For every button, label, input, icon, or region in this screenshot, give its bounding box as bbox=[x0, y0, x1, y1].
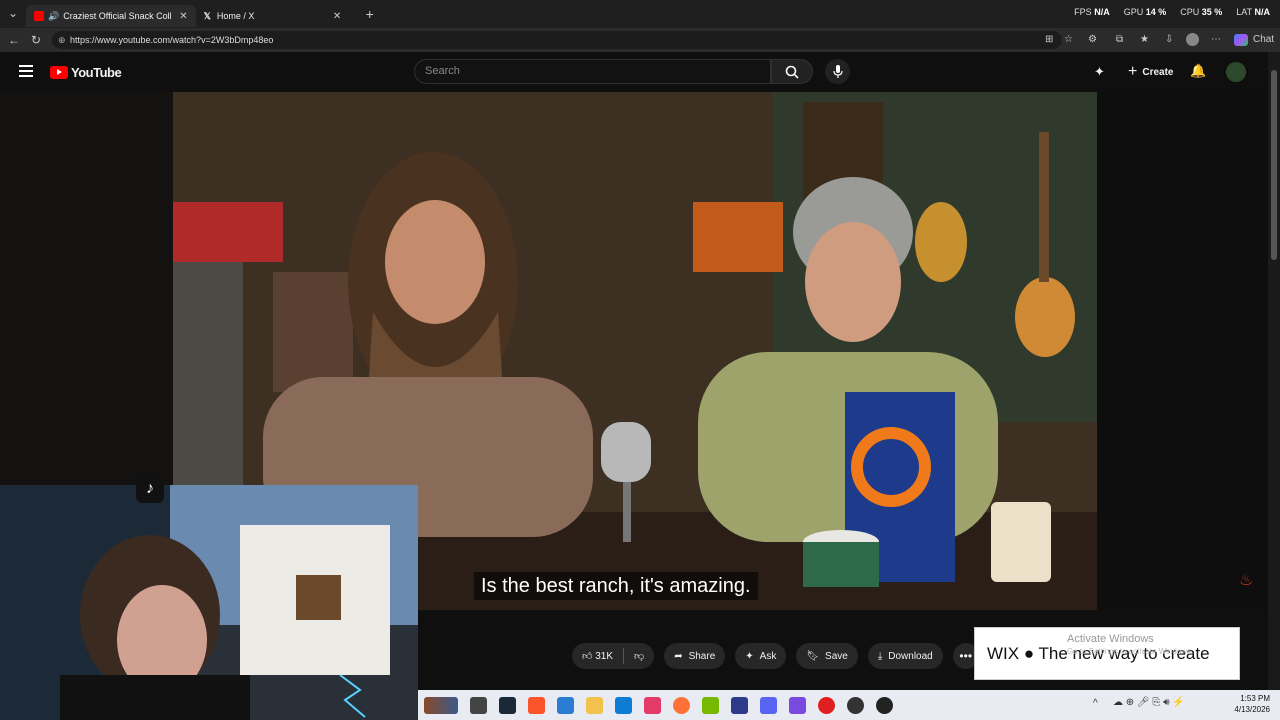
like-button[interactable]: 👍︎ 31K bbox=[582, 650, 613, 662]
clock-time: 1:53 PM bbox=[1240, 694, 1270, 703]
favorites-icon[interactable]: ★ bbox=[1140, 34, 1149, 45]
tiktok-app-icon[interactable] bbox=[644, 696, 661, 714]
hamburger-menu-icon[interactable] bbox=[19, 65, 33, 77]
streamer-webcam bbox=[0, 485, 418, 720]
extension-puzzle-icon[interactable]: ✦ bbox=[1094, 64, 1105, 80]
share-label: Share bbox=[688, 650, 716, 662]
thumbs-up-icon: 👍︎ bbox=[582, 651, 593, 662]
firefox-icon[interactable] bbox=[673, 696, 690, 714]
thumbs-down-icon: 👎︎ bbox=[634, 651, 645, 662]
like-count: 31K bbox=[595, 651, 614, 662]
tab-title: Home / X bbox=[216, 11, 255, 21]
speaker-icon[interactable]: 🔊 bbox=[48, 11, 59, 22]
search-button[interactable] bbox=[771, 59, 813, 84]
back-arrow-icon[interactable]: ← bbox=[8, 33, 20, 47]
windows-taskbar: ^ ☁ ⊕ 🎤︎ ⎘ 🔊︎ ⚡ 1:53 PM 4/13/2026 bbox=[418, 690, 1280, 720]
download-icon: ⤓ bbox=[877, 650, 883, 662]
app-available-icon[interactable]: ⊞ bbox=[1045, 34, 1053, 45]
right-dark-margin: ♨ bbox=[1097, 92, 1268, 610]
channel-watermark-icon[interactable]: ♨ bbox=[1239, 570, 1253, 590]
grid-app-icon[interactable] bbox=[789, 696, 806, 714]
activate-windows-watermark: Activate Windows bbox=[1067, 633, 1154, 645]
url-text: https://www.youtube.com/watch?v=2W3bDmp4… bbox=[70, 35, 274, 45]
tab-title: Craziest Official Snack Collab bbox=[63, 11, 172, 21]
webcam-frame bbox=[0, 485, 418, 720]
activate-windows-subtext: Go to Settings to activate Windows. bbox=[1067, 647, 1194, 656]
bookmark-icon: 🔖︎ bbox=[806, 650, 820, 662]
downloads-icon[interactable]: ⇩ bbox=[1165, 34, 1173, 45]
new-tab-button[interactable]: + bbox=[366, 6, 374, 22]
sparkle-icon: ✦ bbox=[745, 650, 754, 662]
create-label: Create bbox=[1142, 66, 1174, 78]
left-dark-margin bbox=[0, 92, 173, 485]
url-field[interactable]: ⊕ https://www.youtube.com/watch?v=2W3bDm… bbox=[52, 31, 1062, 49]
wix-ad-banner[interactable]: WIX ● The new way to create Activate Win… bbox=[974, 627, 1240, 680]
account-avatar[interactable] bbox=[1226, 62, 1246, 82]
red-pillow-shape bbox=[173, 202, 283, 262]
obs-icon[interactable] bbox=[847, 696, 864, 714]
video-actions-bar: 👍︎ 31K 👎︎ ➦ Share ✦ Ask 🔖︎ Save ⤓ Download •… bbox=[572, 643, 979, 669]
steam-icon[interactable] bbox=[499, 696, 516, 714]
tab-list-chevron-icon[interactable]: ⌄ bbox=[8, 6, 18, 20]
notifications-bell-icon[interactable]: 🔔 bbox=[1190, 63, 1206, 79]
system-tray-chevron-icon[interactable]: ^ bbox=[1093, 698, 1098, 709]
close-tab-icon[interactable]: ✕ bbox=[333, 11, 341, 22]
tray-icons[interactable]: ☁ ⊕ 🎤︎ ⎘ 🔊︎ ⚡ bbox=[1113, 697, 1185, 708]
profile-avatar[interactable] bbox=[1186, 33, 1199, 46]
download-button[interactable]: ⤓ Download bbox=[867, 643, 943, 669]
edge-icon[interactable] bbox=[615, 696, 632, 714]
create-button[interactable]: + Create bbox=[1120, 60, 1181, 84]
logo-text: YouTube bbox=[71, 65, 122, 80]
performance-overlay: FPS N/A GPU 14 % CPU 35 % LAT N/A bbox=[1074, 7, 1270, 17]
discord-icon[interactable] bbox=[760, 696, 777, 714]
page-scrollbar[interactable] bbox=[1268, 52, 1280, 690]
site-info-icon[interactable]: ⊕ bbox=[58, 35, 66, 46]
youtube-favicon-icon bbox=[34, 11, 44, 21]
notepad-icon[interactable] bbox=[557, 696, 574, 714]
search-input[interactable]: Search bbox=[414, 59, 771, 84]
x-favicon-icon: 𝕏 bbox=[203, 10, 211, 21]
microphone-icon bbox=[832, 64, 843, 78]
download-label: Download bbox=[888, 650, 933, 662]
file-explorer-icon[interactable] bbox=[586, 696, 603, 714]
ask-label: Ask bbox=[759, 650, 777, 662]
task-view-icon[interactable] bbox=[470, 696, 487, 714]
tab-x-home[interactable]: 𝕏 Home / X ✕ bbox=[196, 5, 356, 27]
save-label: Save bbox=[825, 650, 848, 662]
voice-search-button[interactable] bbox=[825, 59, 850, 84]
favorite-star-icon[interactable]: ☆ bbox=[1064, 34, 1073, 45]
scrollbar-thumb[interactable] bbox=[1271, 70, 1277, 260]
recorder-icon[interactable] bbox=[818, 696, 835, 714]
ask-button[interactable]: ✦ Ask bbox=[735, 643, 787, 669]
tiktok-logo-icon: ♪ bbox=[136, 475, 164, 503]
dislike-button[interactable]: 👎︎ bbox=[634, 650, 644, 662]
youtube-header: YouTube Search ✦ + Create 🔔 bbox=[0, 52, 1268, 92]
system-clock[interactable]: 1:53 PM 4/13/2026 bbox=[1234, 693, 1270, 715]
more-menu-icon[interactable]: ⋯ bbox=[1211, 34, 1221, 45]
youtube-play-icon bbox=[50, 66, 68, 79]
youtube-logo[interactable]: YouTube bbox=[50, 65, 122, 80]
brave-icon[interactable] bbox=[528, 696, 545, 714]
reload-icon[interactable]: ↻ bbox=[31, 33, 41, 47]
address-bar-row: ← ↻ ⊕ https://www.youtube.com/watch?v=2W… bbox=[0, 28, 1280, 52]
like-dislike-group: 👍︎ 31K 👎︎ bbox=[572, 643, 655, 669]
browser-tab-strip: ⌄ 🔊 Craziest Official Snack Collab ✕ 𝕏 H… bbox=[0, 0, 1280, 28]
share-button[interactable]: ➦ Share bbox=[664, 643, 726, 669]
close-tab-icon[interactable]: ✕ bbox=[179, 11, 187, 22]
nvidia-icon[interactable] bbox=[702, 696, 719, 714]
plus-icon: + bbox=[1128, 63, 1138, 80]
video-caption: Is the best ranch, it's amazing. bbox=[474, 572, 758, 600]
app-icon[interactable] bbox=[731, 696, 748, 714]
copilot-icon[interactable] bbox=[1234, 34, 1248, 46]
chat-button[interactable]: Chat bbox=[1253, 34, 1274, 45]
search-widget-icon[interactable] bbox=[424, 696, 458, 714]
save-button[interactable]: 🔖︎ Save bbox=[796, 643, 858, 669]
app-notification-icon[interactable] bbox=[876, 696, 893, 714]
search-icon bbox=[785, 65, 799, 79]
tab-youtube[interactable]: 🔊 Craziest Official Snack Collab ✕ bbox=[26, 5, 196, 27]
share-arrow-icon: ➦ bbox=[674, 650, 683, 662]
clock-date: 4/13/2026 bbox=[1234, 705, 1270, 714]
split-screen-icon[interactable]: ⧉ bbox=[1116, 34, 1123, 45]
extensions-icon[interactable]: ⚙ bbox=[1088, 34, 1097, 45]
